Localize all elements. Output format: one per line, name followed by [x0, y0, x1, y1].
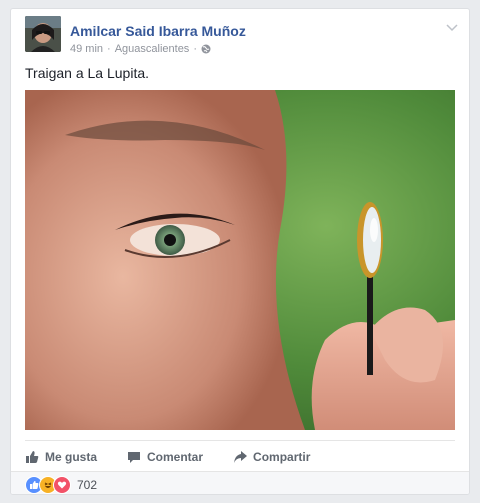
- post-text: Traigan a La Lupita.: [25, 65, 150, 81]
- comment-icon: [128, 452, 141, 463]
- love-reaction-icon: [53, 475, 71, 494]
- post-card: Amilcar Said Ibarra Muñoz 49 min · Aguas…: [10, 8, 470, 495]
- post-meta: 49 min · Aguascalientes ·: [70, 43, 211, 55]
- avatar[interactable]: [25, 16, 61, 52]
- meta-separator: ·: [107, 43, 111, 55]
- post-photo[interactable]: [25, 90, 455, 430]
- share-arrow-icon: [234, 451, 248, 463]
- post-time[interactable]: 49 min: [70, 43, 103, 55]
- reaction-count[interactable]: 702: [77, 478, 97, 492]
- post-actions: Me gusta Comentar Compartir: [25, 440, 455, 467]
- share-label: Compartir: [253, 450, 311, 464]
- reaction-icons[interactable]: [25, 475, 71, 494]
- author-name[interactable]: Amilcar Said Ibarra Muñoz: [70, 23, 246, 39]
- reactions-bar: 702: [11, 471, 469, 494]
- share-button[interactable]: Compartir: [233, 444, 310, 464]
- thumbs-up-icon: [26, 451, 39, 463]
- comment-label: Comentar: [147, 450, 204, 464]
- post-header: Amilcar Said Ibarra Muñoz 49 min · Aguas…: [25, 16, 459, 60]
- meta-separator-2: ·: [193, 43, 197, 55]
- post-location[interactable]: Aguascalientes: [115, 43, 190, 55]
- globe-icon[interactable]: [201, 44, 211, 54]
- chevron-down-icon[interactable]: [445, 20, 459, 32]
- like-label: Me gusta: [45, 450, 98, 464]
- like-button[interactable]: Me gusta: [25, 444, 97, 464]
- comment-button[interactable]: Comentar: [127, 444, 203, 464]
